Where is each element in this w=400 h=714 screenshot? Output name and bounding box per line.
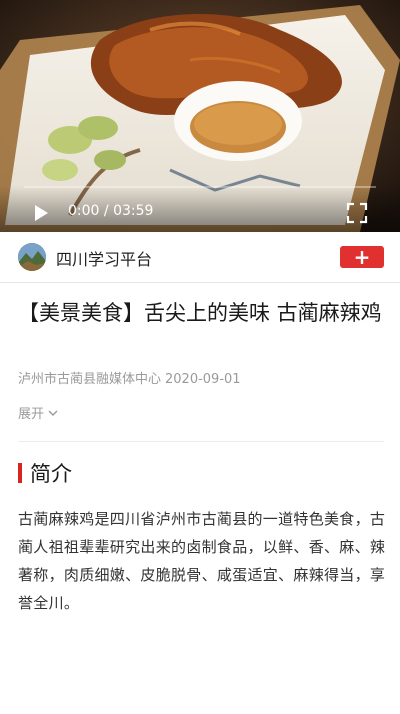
intro-text: 古蔺麻辣鸡是四川省泸州市古蔺县的一道特色美食，古蔺人祖祖辈辈研究出来的卤制食品，… [18, 510, 386, 612]
play-icon [35, 205, 48, 221]
article-meta: 泸州市古蔺县融媒体中心 2020-09-01 [18, 368, 241, 387]
progress-bar[interactable] [24, 186, 376, 188]
expand-toggle[interactable]: 展开 [18, 403, 58, 422]
time-separator: / [99, 203, 114, 219]
fullscreen-icon [346, 202, 368, 224]
expand-label: 展开 [18, 407, 45, 422]
play-button[interactable] [32, 204, 50, 222]
section-marker [18, 463, 22, 483]
channel-bar: 四川学习平台 + [0, 232, 400, 283]
duration: 03:59 [113, 203, 154, 219]
channel-name[interactable]: 四川学习平台 [56, 246, 152, 270]
channel-avatar[interactable] [18, 243, 46, 271]
article-date: 2020-09-01 [165, 372, 241, 387]
video-player[interactable]: 0:00 / 03:59 [0, 0, 400, 232]
fullscreen-button[interactable] [346, 202, 368, 224]
divider [18, 441, 384, 442]
plus-icon: + [353, 245, 371, 269]
section-heading: 简介 [30, 462, 72, 486]
current-time: 0:00 [68, 203, 100, 219]
article-source: 泸州市古蔺县融媒体中心 [18, 372, 162, 387]
landscape-icon [18, 243, 46, 271]
article-title: 【美景美食】舌尖上的美味 古蔺麻辣鸡 [18, 301, 382, 325]
follow-button[interactable]: + [340, 246, 384, 268]
chevron-down-icon [48, 407, 58, 422]
video-controls: 0:00 / 03:59 [0, 186, 400, 232]
playback-time: 0:00 / 03:59 [68, 203, 153, 219]
